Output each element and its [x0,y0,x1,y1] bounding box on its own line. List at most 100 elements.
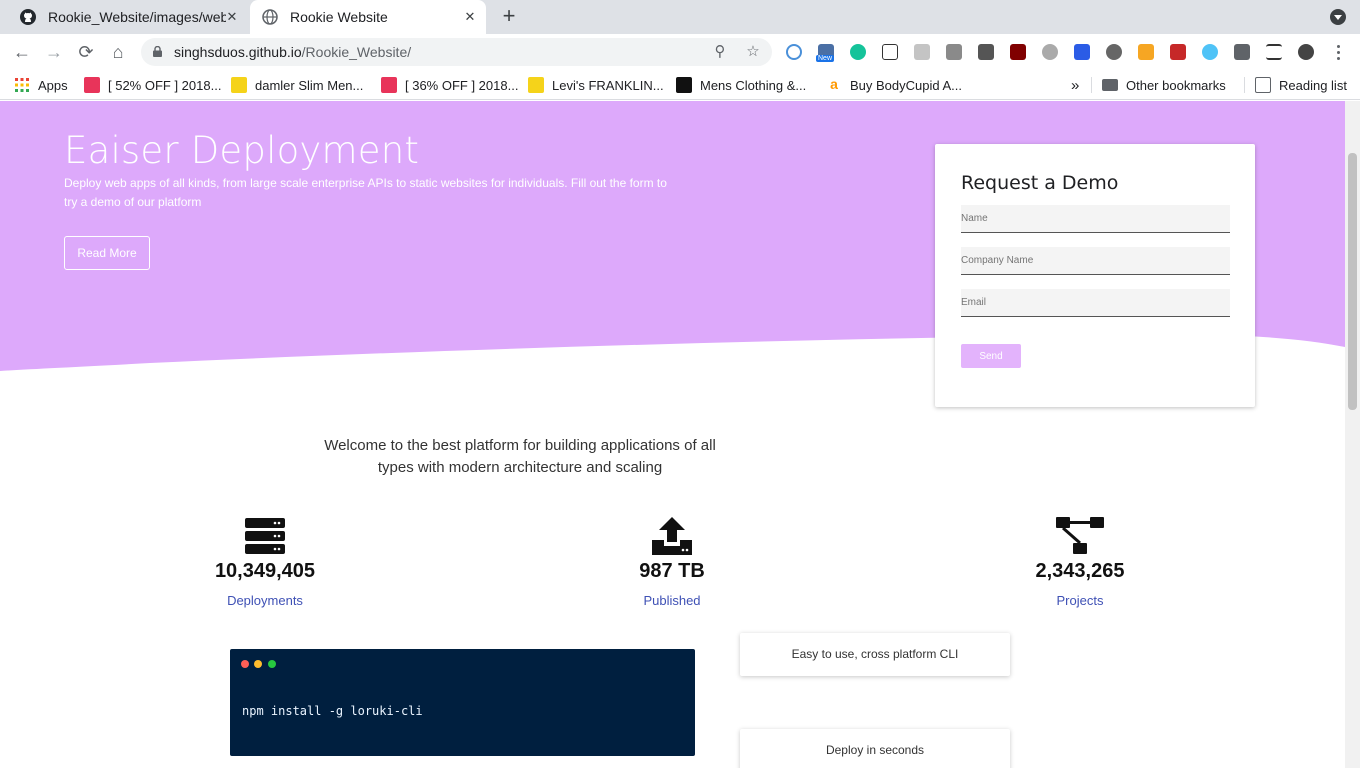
bookmark-label: Other bookmarks [1126,77,1226,93]
stat-deployments: 10,349,405 Deployments [165,516,365,608]
browser-toolbar: ← → ⟳ ⌂ singhsduos.github.io/Rookie_Webs… [0,34,1360,70]
scrollbar-thumb[interactable] [1348,153,1357,410]
reading-list-icon [1255,77,1271,93]
bookmark-label: Apps [38,77,68,93]
extension-globe-icon[interactable] [1042,44,1058,60]
reload-icon[interactable]: ⟳ [74,40,98,64]
feature-card-deploy: Deploy in seconds [740,729,1010,768]
page-viewport: Eaiser Deployment Deploy web apps of all… [0,101,1345,768]
lock-icon [153,46,162,57]
send-button[interactable]: Send [961,344,1021,368]
github-icon [20,9,36,25]
close-dot-icon [241,660,249,668]
stat-label: Projects [1056,593,1104,608]
bookmark-apps[interactable]: Apps [14,77,68,93]
bookmark-item[interactable]: [ 52% OFF ] 2018... [84,77,221,93]
bookmark-item[interactable]: damler Slim Men... [231,77,363,93]
hero-subtitle: Deploy web apps of all kinds, from large… [64,176,667,209]
divider [1244,77,1245,93]
read-more-button[interactable]: Read More [64,236,150,270]
tab-rookie-website[interactable]: Rookie Website ✕ [250,0,486,34]
extension-chart-icon[interactable] [946,44,962,60]
email-field[interactable] [961,289,1230,316]
hero-title: Eaiser Deployment [64,129,420,172]
terminal-window: npm install -g loruki-cli [230,649,695,756]
email-field-wrap [961,289,1230,317]
folder-icon [1102,79,1118,91]
project-tree-icon [1056,517,1104,554]
stat-published: 987 TB Published [572,516,772,608]
home-icon[interactable]: ⌂ [106,40,130,64]
upload-icon [652,517,692,555]
extension-dots-icon[interactable] [978,44,994,60]
globe-icon [262,9,278,25]
r-logo-icon [381,77,397,93]
tab-title: Rookie Website [290,9,388,25]
divider [1091,77,1092,93]
extension-settings-icon[interactable] [1106,44,1122,60]
extension-g-icon[interactable] [1138,44,1154,60]
minimize-dot-icon [254,660,262,668]
apps-grid-icon [15,78,29,92]
stat-value: 987 TB [639,560,705,582]
demo-form-heading: Request a Demo [961,172,1119,194]
company-name-field[interactable] [961,247,1230,274]
extension-play-icon[interactable] [1170,44,1186,60]
tab-search-icon[interactable] [1330,9,1346,25]
url-text: singhsduos.github.io/Rookie_Website/ [174,44,412,60]
bookmark-item[interactable]: Levi's FRANKLIN... [528,77,664,93]
bookmarks-overflow-button[interactable]: » [1071,77,1079,94]
bookmark-label: Buy BodyCupid A... [850,77,963,93]
back-icon[interactable]: ← [10,40,34,64]
puzzle-icon[interactable] [1234,44,1250,60]
bookmark-item[interactable]: a Buy BodyCupid A... [826,77,962,93]
zoom-icon[interactable]: ⚲ [711,43,729,61]
ublock-icon[interactable] [1010,44,1026,60]
name-field[interactable] [961,205,1230,232]
bookmark-item[interactable]: [ 36% OFF ] 2018... [381,77,518,93]
welcome-text: Welcome to the best platform for buildin… [324,437,716,476]
extension-link-icon[interactable] [1074,44,1090,60]
stat-projects: 2,343,265 Projects [980,516,1180,608]
demo-form-card: Request a Demo Send [935,144,1255,407]
address-bar[interactable]: singhsduos.github.io/Rookie_Website/ ⚲ ☆ [141,38,772,66]
bookmark-label: Levi's FRANKLIN... [552,77,664,93]
new-tab-button[interactable]: + [498,5,520,28]
forward-icon[interactable]: → [42,40,66,64]
bookmark-label: [ 36% OFF ] 2018... [405,77,519,93]
extension-copy-icon[interactable] [914,44,930,60]
r-logo-icon [84,77,100,93]
myntra-icon [676,77,692,93]
extension-circle-icon[interactable] [786,44,802,60]
reading-list[interactable]: Reading list [1255,77,1347,93]
terminal-command: npm install -g loruki-cli [242,704,423,718]
other-bookmarks[interactable]: Other bookmarks [1102,77,1226,93]
server-stack-icon [245,518,285,554]
media-queue-icon[interactable] [1266,44,1282,60]
bookmark-label: Mens Clothing &... [700,77,807,93]
flipkart-icon [231,77,247,93]
flipkart-icon [528,77,544,93]
bookmark-label: Reading list [1279,77,1347,93]
stat-label: Published [643,593,701,608]
extension-gnome-icon[interactable] [882,44,898,60]
close-tab-icon[interactable]: ✕ [224,9,240,25]
maximize-dot-icon [268,660,276,668]
bookmark-label: [ 52% OFF ] 2018... [108,77,222,93]
stat-value: 2,343,265 [1035,560,1125,582]
tab-github[interactable]: Rookie_Website/images/web ✕ [8,0,248,34]
grammarly-icon[interactable] [850,44,866,60]
bookmarks-bar: Apps [ 52% OFF ] 2018... damler Slim Men… [0,70,1360,100]
star-icon[interactable]: ☆ [744,43,762,61]
extension-search-icon[interactable] [1202,44,1218,60]
new-badge: New [816,55,835,62]
menu-icon[interactable] [1332,42,1344,62]
stat-label: Deployments [227,593,303,608]
close-tab-icon[interactable]: ✕ [462,9,478,25]
avatar[interactable] [1298,44,1314,60]
page-scrollbar[interactable] [1345,101,1360,768]
stat-value: 10,349,405 [214,560,316,582]
feature-card-cli: Easy to use, cross platform CLI [740,633,1010,676]
bookmark-item[interactable]: Mens Clothing &... [676,77,806,93]
amazon-icon: a [826,77,842,93]
